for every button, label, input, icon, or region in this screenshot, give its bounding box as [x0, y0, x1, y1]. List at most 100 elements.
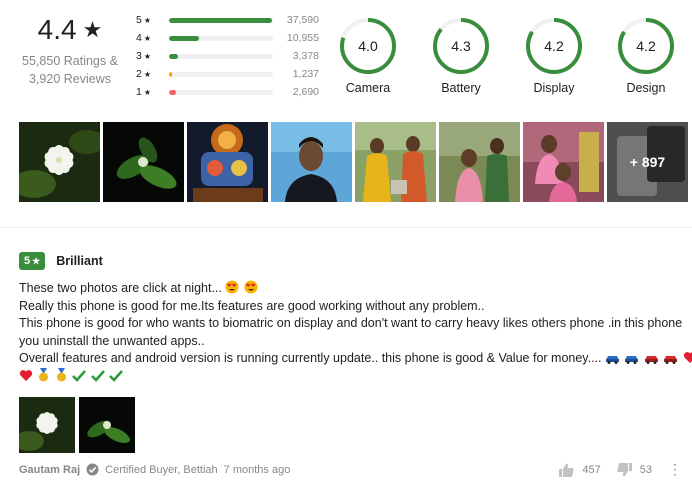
feature-rating-value: 4.2	[636, 38, 656, 54]
rating-bar-fill	[169, 17, 272, 23]
check-mark-icon	[109, 369, 124, 382]
review-line: you uninstall the unwanted apps..	[19, 333, 205, 348]
heart-eyes-emoji-icon	[244, 280, 258, 294]
more-photos-tile[interactable]: + 897	[607, 122, 688, 202]
overall-rating: 4.4 ★ 55,850 Ratings & 3,920 Reviews	[14, 14, 126, 88]
heart-icon	[19, 369, 33, 381]
rating-distribution: 5 ★ 37,590 4 ★ 10,955 3 ★ 3,378 2 ★ 1,237 1 ★…	[136, 11, 320, 101]
review-votes: 457 53 ⋮	[543, 461, 692, 478]
rating-bar-row: 2 ★ 1,237	[136, 65, 320, 83]
feature-rating-camera: 4.0 Camera	[328, 17, 408, 95]
customer-photo[interactable]	[271, 122, 352, 202]
rating-bar-track	[169, 35, 273, 41]
review-line: These two photos are click at night...	[19, 280, 681, 298]
star-level: 5	[136, 14, 142, 26]
star-level: 4	[136, 32, 142, 44]
review-meta: Gautam Raj Certified Buyer, Bettiah 7 mo…	[19, 463, 290, 476]
customer-photo[interactable]	[355, 122, 436, 202]
thumbs-down-icon	[617, 462, 632, 476]
check-mark-icon	[91, 369, 105, 382]
review-header: 5 ★ Brilliant	[19, 252, 103, 270]
like-button[interactable]: 457	[559, 463, 601, 477]
rating-bar-label: 4 ★	[136, 32, 169, 44]
rating-bar-fill	[169, 35, 200, 41]
customer-photo[interactable]	[187, 122, 268, 202]
section-divider	[0, 227, 692, 228]
rating-bar-fill	[169, 89, 177, 95]
heart-eyes-emoji-icon	[225, 280, 239, 294]
rating-bar-row: 5 ★ 37,590	[136, 11, 320, 29]
rating-bar-fill	[169, 71, 173, 77]
star-icon: ★	[82, 17, 103, 42]
feature-rating-name: Camera	[345, 81, 391, 95]
rating-bar-track	[169, 71, 273, 77]
thumbs-up-icon	[559, 463, 575, 477]
rating-bar-track	[169, 17, 273, 23]
star-icon: ★	[143, 69, 152, 79]
dislike-count: 53	[639, 463, 652, 476]
rating-bar-row: 1 ★ 2,690	[136, 83, 320, 101]
rating-bar-count: 2,690	[292, 86, 319, 98]
star-icon: ★	[143, 33, 152, 43]
review-rating-badge: 5 ★	[19, 252, 46, 270]
customer-photo[interactable]	[103, 122, 184, 202]
review-line: This phone is good for who wants to biom…	[19, 316, 683, 330]
review-time: 7 months ago	[223, 463, 291, 476]
feature-rating-ring: 4.2	[618, 18, 674, 74]
rating-bar-count: 1,237	[292, 68, 319, 80]
star-level: 3	[136, 50, 142, 62]
overall-score-value: 4.4	[37, 14, 77, 45]
like-count: 457	[582, 463, 601, 476]
customer-photo[interactable]	[523, 122, 604, 202]
car-icon	[606, 356, 619, 364]
feature-rating-name: Design	[626, 81, 666, 95]
feature-rating-value: 4.0	[358, 38, 378, 54]
review-line-text: These two photos are click at night...	[19, 281, 222, 295]
medal-icon	[56, 367, 66, 381]
review-photo[interactable]	[19, 397, 75, 453]
feature-rating-value: 4.2	[544, 38, 564, 54]
car-icon	[625, 356, 639, 364]
overall-score: 4.4 ★	[38, 14, 103, 46]
red-car-icon	[644, 356, 658, 364]
more-photos-count: + 897	[607, 122, 688, 202]
customer-photo[interactable]	[19, 122, 100, 202]
review-line: Overall features and android version is …	[19, 350, 692, 368]
star-level: 1	[136, 86, 142, 98]
review-rating-value: 5	[24, 255, 31, 267]
rating-bar-count: 3,378	[292, 50, 319, 62]
feature-rating-ring: 4.0	[340, 18, 396, 74]
more-options-icon[interactable]: ⋮	[668, 461, 682, 478]
star-icon: ★	[143, 51, 152, 61]
review-line-text: Overall features and android version is …	[19, 351, 602, 365]
rating-bar-track	[169, 53, 273, 59]
rating-bar-count: 10,955	[286, 32, 319, 44]
review-line	[19, 367, 681, 386]
feature-rating-ring: 4.3	[433, 18, 489, 74]
rating-bar-fill	[169, 53, 179, 59]
rating-bar-row: 4 ★ 10,955	[136, 29, 320, 47]
feature-rating-name: Display	[533, 81, 575, 95]
dislike-button[interactable]: 53 ⋮	[617, 461, 682, 478]
review-photo[interactable]	[79, 397, 135, 453]
feature-rating-display: 4.2 Display	[514, 17, 594, 95]
rating-bar-track	[169, 89, 273, 95]
star-icon: ★	[143, 87, 152, 97]
ratings-count-text: 55,850 Ratings &	[22, 54, 118, 68]
red-car-icon	[664, 356, 678, 364]
certified-buyer-text: Certified Buyer, Bettiah	[105, 463, 218, 476]
rating-bar-label: 3 ★	[136, 50, 169, 62]
rating-bar-label: 1 ★	[136, 86, 169, 98]
rating-summary: 4.4 ★ 55,850 Ratings & 3,920 Reviews 5 ★ …	[0, 0, 692, 118]
rating-bar-label: 2 ★	[136, 68, 169, 80]
customer-photo[interactable]	[439, 122, 520, 202]
check-mark-icon	[72, 369, 87, 382]
review-title: Brilliant	[56, 254, 103, 268]
review-author: Gautam Raj	[19, 463, 81, 476]
heart-icon	[683, 352, 692, 363]
feature-rating-design: 4.2 Design	[606, 17, 686, 95]
star-icon: ★	[32, 255, 41, 266]
feature-rating-name: Battery	[441, 81, 481, 95]
rating-bar-row: 3 ★ 3,378	[136, 47, 320, 65]
rating-bar-count: 37,590	[286, 14, 319, 26]
